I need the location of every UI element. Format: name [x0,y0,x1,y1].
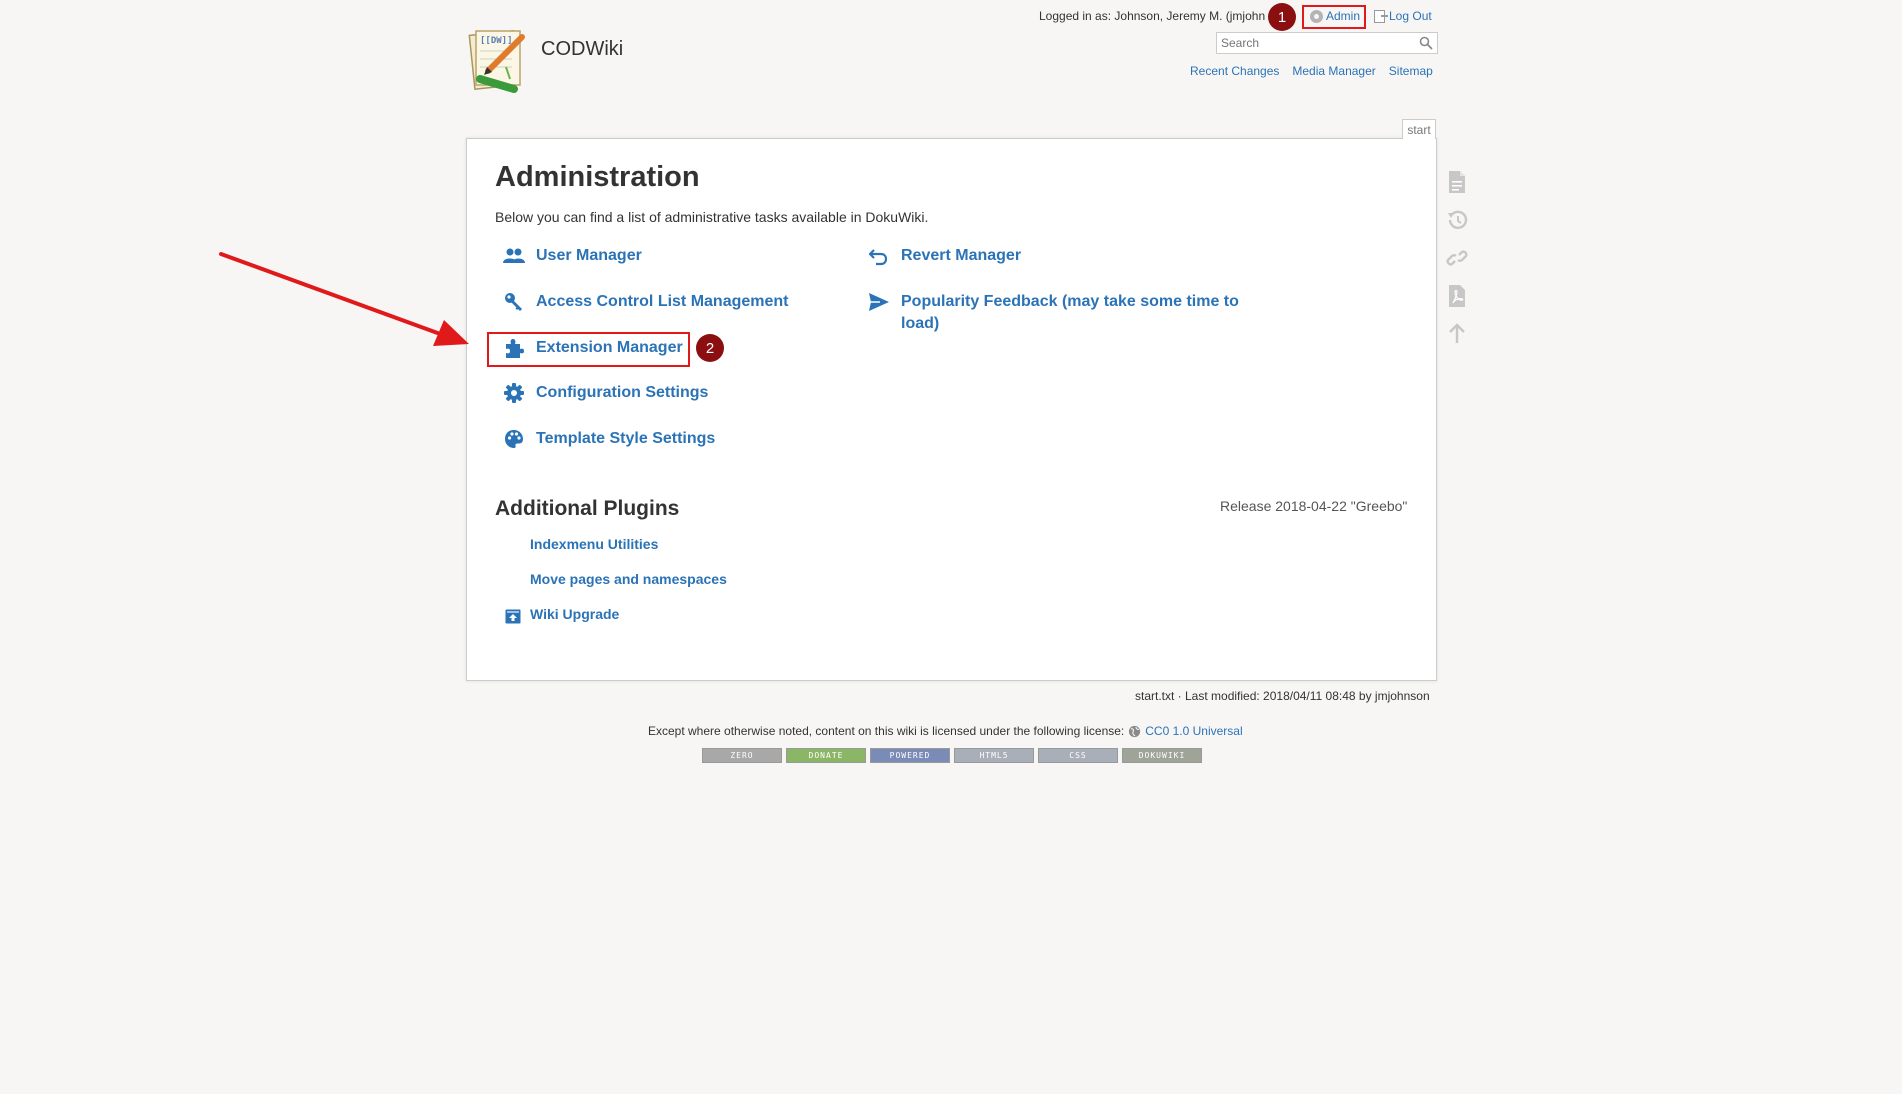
popularity-feedback-link[interactable]: Popularity Feedback (may take some time … [867,291,1247,335]
recent-changes-link[interactable]: Recent Changes [1190,64,1279,78]
acl-management-link[interactable]: Access Control List Management [502,291,789,313]
php-powered-badge[interactable]: POWERED [870,748,950,763]
search-icon[interactable] [1419,36,1433,50]
dokuwiki-badge[interactable]: DOKUWIKI [1122,748,1202,763]
release-version: Release 2018-04-22 "Greebo" [1220,498,1408,514]
revert-manager-label: Revert Manager [901,247,1022,264]
undo-icon [867,245,891,267]
back-to-top-icon[interactable] [1446,322,1468,346]
license-notice: Except where otherwise noted, content on… [648,724,1243,738]
page-id-tab: start [1402,119,1436,139]
export-pdf-icon[interactable] [1446,284,1468,308]
admin-link[interactable]: Admin [1310,9,1360,23]
red-annotation-arrow [219,252,469,346]
user-manager-label: User Manager [536,247,642,264]
old-revisions-icon[interactable] [1446,208,1468,232]
site-tools-nav: Recent Changes Media Manager Sitemap [1190,64,1433,78]
donate-badge[interactable]: DONATE [786,748,866,763]
upgrade-icon [505,609,521,624]
indexmenu-utilities-link[interactable]: Indexmenu Utilities [530,536,658,552]
sitemap-link[interactable]: Sitemap [1389,64,1433,78]
logout-icon [1374,9,1388,23]
users-icon [502,245,526,267]
configuration-settings-label: Configuration Settings [536,384,709,401]
additional-plugins-heading: Additional Plugins [495,497,680,520]
admin-link-label: Admin [1326,9,1361,23]
dokuwiki-logo[interactable]: [[DW]] [466,27,534,93]
document-info: start.txt · Last modified: 2018/04/11 08… [1135,689,1430,703]
popularity-feedback-label: Popularity Feedback (may take some time … [901,293,1239,332]
svg-text:[[DW]]: [[DW]] [480,36,513,46]
gear-icon [502,382,526,404]
template-style-settings-label: Template Style Settings [536,430,716,447]
footer-badges: ZERO DONATE POWERED HTML5 CSS DOKUWIKI [702,748,1202,763]
logged-in-text: Logged in as: Johnson, Jeremy M. (jmjohn [1039,9,1266,23]
send-icon [867,291,891,313]
site-title[interactable]: CODWiki [541,38,623,61]
user-manager-link[interactable]: User Manager [502,245,642,267]
key-icon [502,291,526,313]
globe-icon [1129,725,1141,737]
show-page-icon[interactable] [1446,170,1468,194]
page-title: Administration [495,161,700,193]
logout-link-label: Log Out [1389,9,1432,23]
gear-icon [1310,9,1323,23]
logout-link[interactable]: Log Out [1374,9,1432,23]
configuration-settings-link[interactable]: Configuration Settings [502,382,708,404]
step-badge-1: 1 [1268,3,1296,31]
license-text: Except where otherwise noted, content on… [648,724,1125,738]
cc-zero-badge[interactable]: ZERO [702,748,782,763]
backlinks-icon[interactable] [1446,246,1468,270]
license-link[interactable]: CC0 1.0 Universal [1145,724,1242,738]
w3c-html5-badge[interactable]: HTML5 [954,748,1034,763]
intro-text: Below you can find a list of administrat… [495,209,929,225]
search-box [1216,32,1438,54]
step-badge-2: 2 [696,334,724,362]
puzzle-icon [502,337,526,359]
palette-icon [502,428,526,450]
revert-manager-link[interactable]: Revert Manager [867,245,1021,267]
move-pages-link[interactable]: Move pages and namespaces [530,571,727,587]
wiki-upgrade-link[interactable]: Wiki Upgrade [530,606,619,622]
extension-manager-link[interactable]: Extension Manager [502,337,683,359]
extension-manager-label: Extension Manager [536,339,683,356]
search-input[interactable] [1217,33,1415,53]
template-style-settings-link[interactable]: Template Style Settings [502,428,715,450]
media-manager-link[interactable]: Media Manager [1292,64,1375,78]
acl-management-label: Access Control List Management [536,293,789,310]
w3c-css-badge[interactable]: CSS [1038,748,1118,763]
